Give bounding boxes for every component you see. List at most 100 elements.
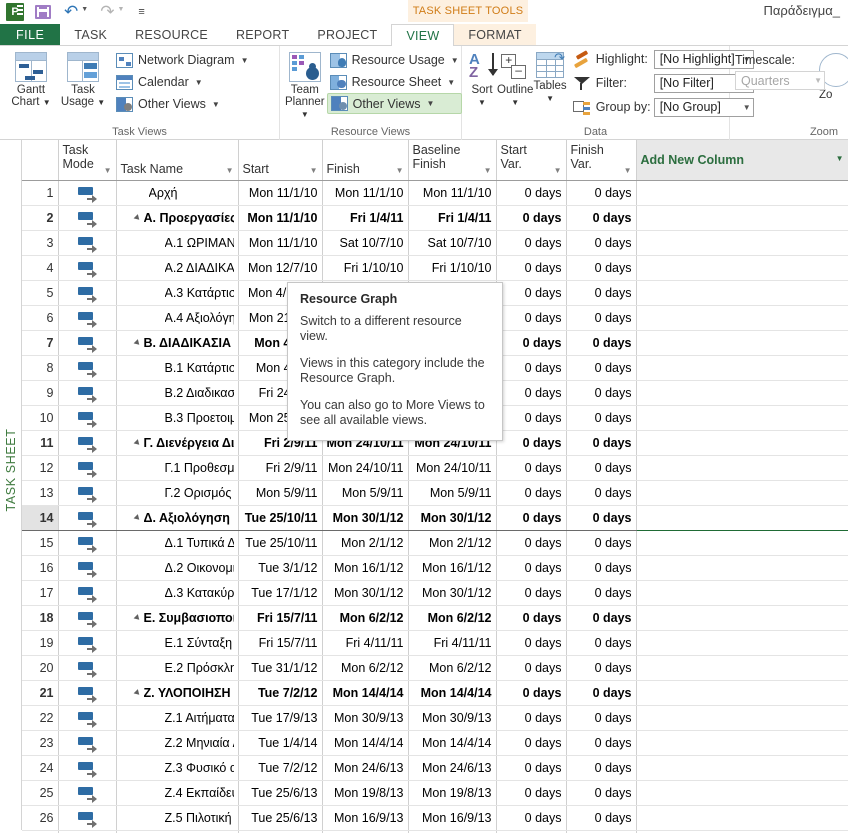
row-number[interactable]: 11 [22,430,59,456]
add-new-column-cell[interactable] [636,680,848,706]
task-mode-cell[interactable] [58,605,117,631]
collapse-triangle-icon[interactable] [133,688,141,697]
task-name-cell[interactable]: Α.4 Αξιολόγης [116,305,239,331]
row-number[interactable]: 23 [22,730,59,756]
task-mode-cell[interactable] [58,555,117,581]
add-new-column-cell[interactable] [636,655,848,681]
baseline-finish-cell[interactable]: Mon 2/1/12 [408,530,497,556]
tab-file[interactable]: FILE [0,24,61,45]
add-new-column-cell[interactable] [636,380,848,406]
row-number[interactable]: 9 [22,380,59,406]
timescale-dropdown[interactable]: Quarters ▼ [735,71,825,90]
task-name-cell[interactable]: Δ.3 Κατακύρω [116,580,239,606]
finish-variance-cell[interactable]: 0 days [566,630,637,656]
tab-view[interactable]: VIEW [391,24,455,46]
start-variance-cell[interactable]: 0 days [496,405,567,431]
table-row[interactable]: 17Δ.3 ΚατακύρωTue 17/1/12Mon 30/1/12Mon … [22,580,848,606]
collapse-triangle-icon[interactable] [133,513,141,522]
finish-cell[interactable]: Mon 19/8/13 [322,780,409,806]
finish-cell[interactable]: Mon 16/9/13 [322,805,409,831]
finish-variance-cell[interactable]: 0 days [566,780,637,806]
task-name-cell[interactable]: Β.1 Κατάρτισr [116,355,239,381]
task-name-cell[interactable]: Αρχή [116,180,239,206]
baseline-finish-cell[interactable]: Mon 30/1/12 [408,580,497,606]
task-name-cell[interactable]: Ζ.4 Εκπαίδευσ [116,780,239,806]
baseline-finish-cell[interactable]: Mon 16/1/12 [408,555,497,581]
start-variance-cell[interactable]: 0 days [496,730,567,756]
add-new-column-cell[interactable] [636,455,848,481]
tab-task[interactable]: TASK [60,24,121,45]
task-name-cell[interactable]: Γ.2 Ορισμός Επ [116,480,239,506]
task-mode-cell[interactable] [58,680,117,706]
finish-variance-cell[interactable]: 0 days [566,280,637,306]
redo-icon[interactable]: ↷ [100,3,114,21]
finish-cell[interactable]: Mon 30/1/12 [322,504,409,531]
network-diagram-button[interactable]: Network Diagram ▼ [113,49,251,71]
add-new-column-cell[interactable] [636,480,848,506]
baseline-finish-cell[interactable]: Mon 19/8/13 [408,780,497,806]
table-row[interactable]: 3Α.1 ΩΡΙΜΑΝΣΙMon 11/1/10Sat 10/7/10Sat 1… [22,230,848,256]
tab-project[interactable]: PROJECT [303,24,391,45]
finish-variance-cell[interactable]: 0 days [566,705,637,731]
start-variance-cell[interactable]: 0 days [496,455,567,481]
task-name-cell[interactable]: Δ.1 Τυπικά Δικ [116,530,239,556]
calendar-button[interactable]: Calendar ▼ [113,71,251,93]
row-number[interactable]: 15 [22,530,59,556]
row-number[interactable]: 6 [22,305,59,331]
task-mode-cell[interactable] [58,580,117,606]
start-cell[interactable]: Tue 7/2/12 [238,755,323,781]
chevron-down-icon[interactable]: ▼ [836,154,844,163]
task-name-cell[interactable]: Ζ.3 Φυσικό αν [116,755,239,781]
task-name-cell[interactable]: Ζ.1 Αιτήματα ι [116,705,239,731]
start-cell[interactable]: Tue 25/6/13 [238,805,323,831]
task-name-cell[interactable]: Γ.1 Προθεσμίε [116,455,239,481]
start-cell[interactable]: Tue 25/6/13 [238,780,323,806]
task-mode-cell[interactable] [58,405,117,431]
row-number[interactable]: 5 [22,280,59,306]
add-new-column-cell[interactable] [636,230,848,256]
start-cell[interactable]: Tue 25/10/11 [238,504,323,531]
table-row[interactable]: 4Α.2 ΔΙΑΔΙΚΑΣΙMon 12/7/10Fri 1/10/10Fri … [22,255,848,281]
add-new-column-cell[interactable] [636,755,848,781]
finish-variance-cell[interactable]: 0 days [566,530,637,556]
task-mode-cell[interactable] [58,655,117,681]
start-variance-cell[interactable]: 0 days [496,280,567,306]
table-row[interactable]: 15Δ.1 Τυπικά ΔικTue 25/10/11Mon 2/1/12Mo… [22,530,848,556]
outline-dropdown-icon[interactable]: ▼ [511,98,519,107]
row-number[interactable]: 24 [22,755,59,781]
row-number[interactable]: 20 [22,655,59,681]
task-name-cell[interactable]: Ζ.5 Πιλοτική Λ [116,805,239,831]
start-cell[interactable]: Mon 11/1/10 [238,205,323,231]
finish-cell[interactable]: Mon 30/9/13 [322,705,409,731]
table-row[interactable]: 24Ζ.3 Φυσικό ανTue 7/2/12Mon 24/6/13Mon … [22,755,848,781]
baseline-finish-cell[interactable]: Fri 4/11/11 [408,630,497,656]
table-row[interactable]: 16Δ.2 ΟικονομικTue 3/1/12Mon 16/1/12Mon … [22,555,848,581]
start-variance-cell[interactable]: 0 days [496,580,567,606]
resource-usage-dropdown-icon[interactable]: ▼ [451,56,459,65]
start-variance-cell[interactable]: 0 days [496,705,567,731]
finish-variance-cell[interactable]: 0 days [566,305,637,331]
add-new-column-cell[interactable] [636,580,848,606]
add-new-column-cell[interactable] [636,330,848,356]
task-name-cell[interactable]: Δ.2 Οικονομικ [116,555,239,581]
resource-other-views-button[interactable]: Other Views ▼ [326,93,462,114]
task-mode-cell[interactable] [58,780,117,806]
sort-button[interactable]: AZ Sort ▼ [467,49,498,109]
baseline-finish-cell[interactable]: Mon 24/6/13 [408,755,497,781]
team-planner-dropdown-icon[interactable]: ▼ [301,110,309,119]
task-mode-cell[interactable] [58,755,117,781]
gantt-chart-dropdown-icon[interactable]: ▼ [43,98,51,107]
collapse-triangle-icon[interactable] [133,438,141,447]
table-row[interactable]: 23 Ζ.2 Μηνιαία Δ Tue 1/4/14 Mon 14/4/14 Mon … [22,730,848,756]
table-row[interactable]: 21 Ζ. ΥΛΟΠΟΙΗΣΗ Tue 7/2/12 Mon 14/4/14 Mon 1… [22,680,848,706]
baseline-finish-cell[interactable]: Sat 10/7/10 [408,230,497,256]
task-usage-button[interactable]: Task Usage ▼ [57,49,109,109]
tab-report[interactable]: REPORT [222,24,303,45]
task-mode-cell[interactable] [58,280,117,306]
task-mode-cell[interactable] [58,355,117,381]
task-name-cell[interactable]: Β.2 Διαδικασί [116,380,239,406]
row-number[interactable]: 3 [22,230,59,256]
baseline-finish-cell[interactable]: Mon 14/4/14 [408,680,497,706]
finish-cell[interactable]: Fri 4/11/11 [322,630,409,656]
start-cell[interactable]: Tue 7/2/12 [238,680,323,706]
